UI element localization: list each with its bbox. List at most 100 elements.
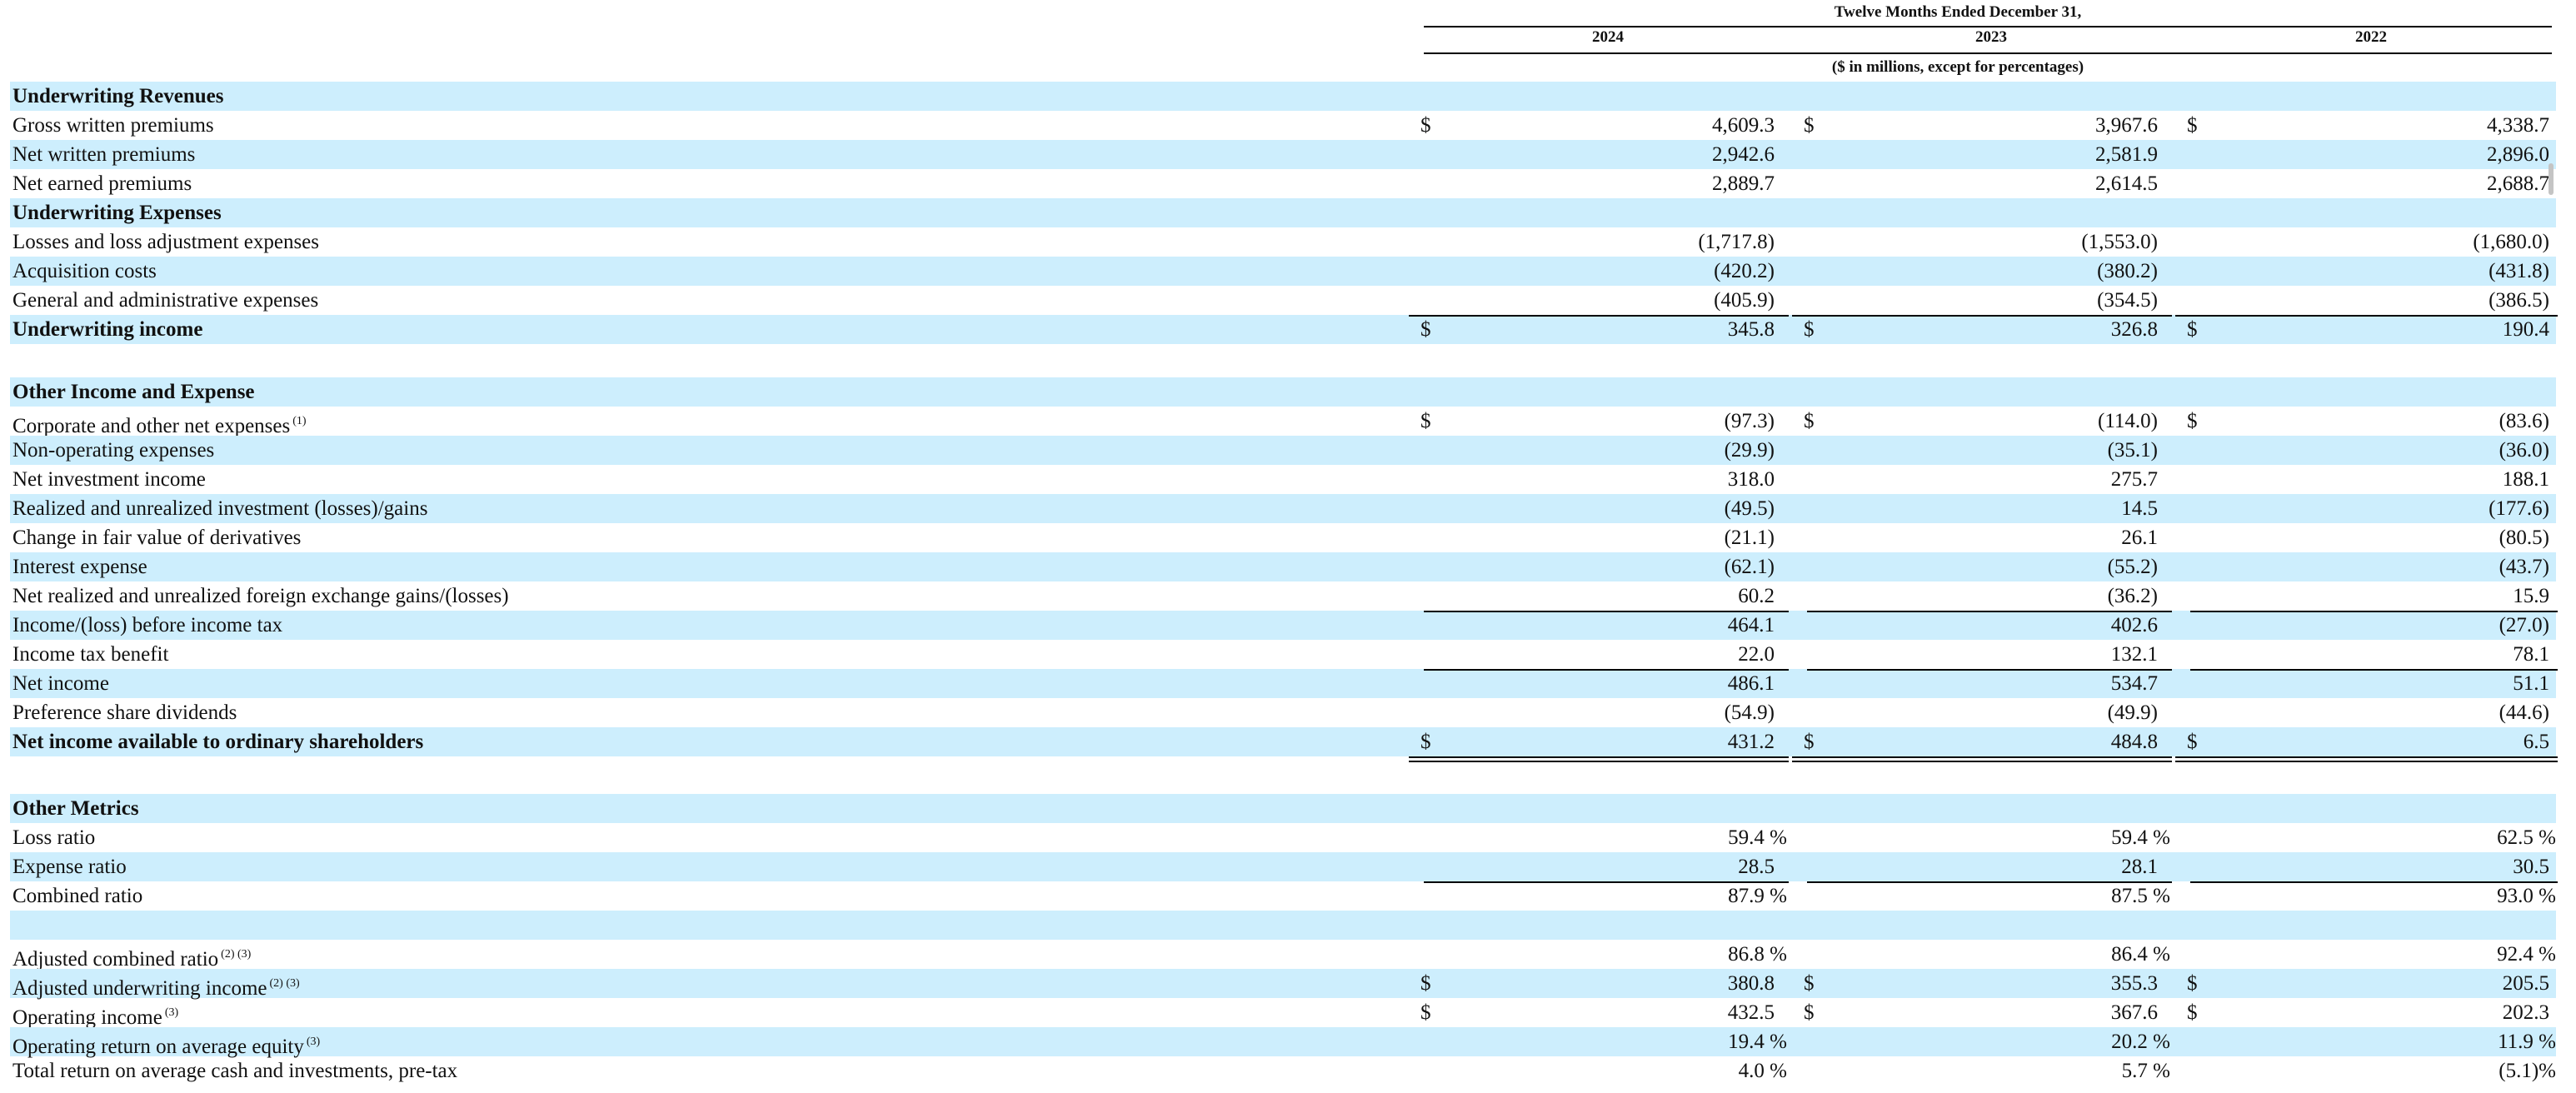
table-row: Gross written premiums $4,609.3 $3,967.6 $4… bbox=[10, 111, 2556, 140]
value-2024: (21.1) bbox=[1724, 527, 1775, 549]
value-2022: (177.6) bbox=[2489, 497, 2549, 520]
value-2024: 318.0 bbox=[1727, 468, 1775, 491]
table-row: Adjusted underwriting income (2) (3) $380.… bbox=[10, 969, 2556, 1000]
footnote-ref: (3) bbox=[306, 1036, 321, 1048]
scrollbar-thumb[interactable] bbox=[2549, 163, 2554, 195]
year-2023: 2023 bbox=[1975, 28, 2007, 46]
dollar-sign: $ bbox=[1420, 410, 1431, 432]
table-row: Non-operating expenses (29.9) (35.1) (36.0) bbox=[10, 436, 2556, 465]
value-2022: 6.5 bbox=[2523, 731, 2549, 753]
dollar-sign: $ bbox=[2187, 410, 2198, 432]
table-row: Net investment income 318.0 275.7 188.1 bbox=[10, 465, 2556, 494]
table-row: Loss ratio 59.4 % 59.4 % 62.5 % bbox=[10, 823, 2556, 852]
table-row: Income/(loss) before income tax 464.1 402.… bbox=[10, 611, 2556, 640]
value-2022: (36.0) bbox=[2499, 439, 2549, 462]
value-2022: (80.5) bbox=[2499, 527, 2549, 549]
row-label: Net realized and unrealized foreign exch… bbox=[12, 585, 509, 607]
row-label: Interest expense bbox=[12, 556, 147, 578]
table-row: Operating income (3) $432.5 $367.6 $202.3 bbox=[10, 998, 2556, 1029]
dollar-sign: $ bbox=[1804, 114, 1815, 137]
dollar-sign: $ bbox=[1804, 1001, 1815, 1024]
table-row: Operating return on average equity (3) 19.… bbox=[10, 1027, 2556, 1058]
value-2024: 86.8 % bbox=[1728, 943, 1787, 966]
table-row: Expense ratio 28.5 28.1 30.5 bbox=[10, 852, 2556, 881]
value-2022: 2,896.0 bbox=[2487, 143, 2549, 166]
year-2024: 2024 bbox=[1592, 28, 1624, 46]
row-label: Net earned premiums bbox=[12, 172, 192, 195]
value-2023: 132.1 bbox=[2110, 643, 2158, 666]
value-2024: 2,889.7 bbox=[1712, 172, 1775, 195]
value-2022: 92.4 % bbox=[2497, 943, 2556, 966]
value-2023: (114.0) bbox=[2098, 410, 2158, 432]
row-label: Acquisition costs bbox=[12, 260, 157, 282]
sum-rule bbox=[1424, 669, 1789, 671]
table-row: Acquisition costs (420.2) (380.2) (431.8) bbox=[10, 257, 2556, 286]
value-2022: 202.3 bbox=[2502, 1001, 2549, 1024]
value-2024: 28.5 bbox=[1738, 856, 1775, 878]
value-2024: (54.9) bbox=[1724, 701, 1775, 724]
double-rule bbox=[1409, 756, 1789, 762]
double-rule bbox=[2175, 756, 2558, 762]
footnote-ref: (2) (3) bbox=[269, 977, 300, 990]
sum-rule bbox=[2190, 669, 2558, 671]
dollar-sign: $ bbox=[1420, 318, 1431, 341]
value-2023: 3,967.6 bbox=[2095, 114, 2158, 137]
dollar-sign: $ bbox=[1804, 972, 1815, 995]
value-2022: 4,338.7 bbox=[2487, 114, 2549, 137]
sum-rule bbox=[1424, 881, 1789, 883]
table-row: Interest expense (62.1) (55.2) (43.7) bbox=[10, 552, 2556, 581]
value-2022: 15.9 bbox=[2513, 585, 2549, 607]
value-2024: 19.4 % bbox=[1728, 1031, 1787, 1053]
table-row: Other Metrics bbox=[10, 794, 2556, 823]
table-row: Adjusted combined ratio (2) (3) 86.8 % 86.4… bbox=[10, 940, 2556, 971]
dollar-sign: $ bbox=[1420, 731, 1431, 753]
dollar-sign: $ bbox=[2187, 1001, 2198, 1024]
value-2023: 355.3 bbox=[2110, 972, 2158, 995]
table-row: Corporate and other net expenses (1) $ (97.… bbox=[10, 407, 2556, 437]
value-2023: (36.2) bbox=[2107, 585, 2158, 607]
table-row: Underwriting income $345.8 $326.8 $190.4 bbox=[10, 315, 2556, 344]
value-2023: (35.1) bbox=[2107, 439, 2158, 462]
table-row: Underwriting Expenses bbox=[10, 198, 2556, 227]
value-2023: 2,614.5 bbox=[2095, 172, 2158, 195]
header-rule-top bbox=[1424, 26, 2552, 27]
sum-rule bbox=[2190, 611, 2558, 612]
value-2024: 4.0 % bbox=[1738, 1060, 1787, 1082]
value-2024: 4,609.3 bbox=[1712, 114, 1775, 137]
dollar-sign: $ bbox=[1420, 972, 1431, 995]
financial-table: Twelve Months Ended December 31, 2024 20… bbox=[0, 0, 2558, 1093]
value-2024: 432.5 bbox=[1727, 1001, 1775, 1024]
row-label: Income/(loss) before income tax bbox=[12, 614, 283, 636]
sum-rule bbox=[1807, 881, 2172, 883]
value-2024: (1,717.8) bbox=[1698, 231, 1775, 253]
table-row: Combined ratio 87.9 % 87.5 % 93.0 % bbox=[10, 881, 2556, 911]
row-label: Losses and loss adjustment expenses bbox=[12, 231, 320, 253]
units-note: ($ in millions, except for percentages) bbox=[1831, 58, 2084, 76]
row-label: Corporate and other net expenses (1) bbox=[12, 415, 307, 437]
row-label: Total return on average cash and investm… bbox=[12, 1060, 458, 1082]
dollar-sign: $ bbox=[2187, 972, 2198, 995]
row-label: Expense ratio bbox=[12, 856, 127, 878]
table-row: Income tax benefit 22.0 132.1 78.1 bbox=[10, 640, 2556, 669]
value-2024: 22.0 bbox=[1738, 643, 1775, 666]
row-label: Adjusted combined ratio (2) (3) bbox=[12, 948, 252, 971]
value-2023: (380.2) bbox=[2097, 260, 2158, 282]
period-title: Twelve Months Ended December 31, bbox=[1834, 3, 2082, 21]
value-2023: 326.8 bbox=[2110, 318, 2158, 341]
value-2024: 345.8 bbox=[1727, 318, 1775, 341]
value-2022: (5.1)% bbox=[2499, 1060, 2556, 1082]
value-2023: 14.5 bbox=[2121, 497, 2158, 520]
value-2022: (43.7) bbox=[2499, 556, 2549, 578]
spacer-row bbox=[10, 911, 2556, 940]
value-2024: 60.2 bbox=[1738, 585, 1775, 607]
value-2024: (97.3) bbox=[1724, 410, 1775, 432]
row-label: General and administrative expenses bbox=[12, 289, 319, 312]
dollar-sign: $ bbox=[2187, 731, 2198, 753]
value-2023: 2,581.9 bbox=[2095, 143, 2158, 166]
value-2024: 486.1 bbox=[1727, 672, 1775, 695]
value-2023: (354.5) bbox=[2097, 289, 2158, 312]
dollar-sign: $ bbox=[2187, 114, 2198, 137]
value-2022: 11.9 % bbox=[2498, 1031, 2556, 1053]
value-2023: 59.4 % bbox=[2111, 826, 2170, 849]
value-2022: (83.6) bbox=[2499, 410, 2549, 432]
